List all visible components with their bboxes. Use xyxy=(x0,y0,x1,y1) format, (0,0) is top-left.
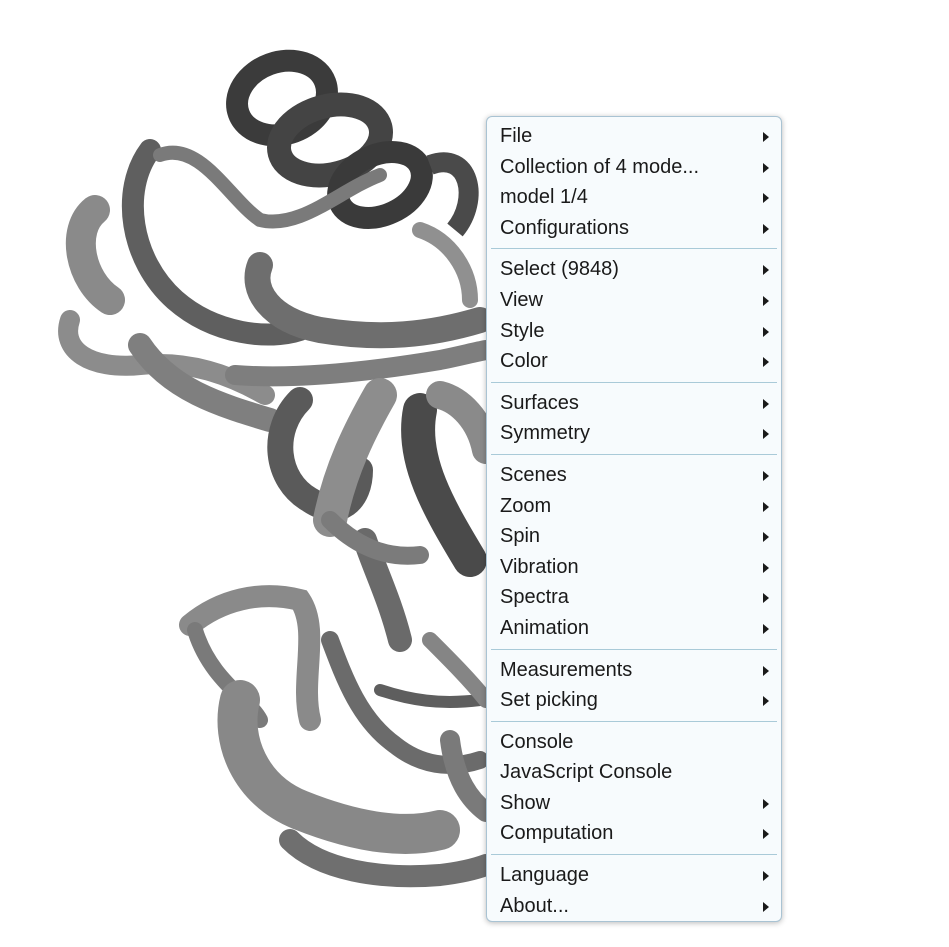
menu-item-label: JavaScript Console xyxy=(500,761,673,784)
submenu-arrow-icon xyxy=(763,696,769,707)
context-menu: File Collection of 4 mode... model 1/4 Conf… xyxy=(486,116,782,922)
menu-group: Scenes Zoom Spin Vibration Spectra Animation xyxy=(487,460,781,644)
submenu-arrow-icon xyxy=(763,162,769,173)
submenu-arrow-icon xyxy=(763,562,769,573)
menu-item-label: Show xyxy=(500,791,551,814)
submenu-arrow-icon xyxy=(763,470,769,481)
menu-item-model-1-4[interactable]: model 1/4 xyxy=(487,182,781,213)
menu-item-show[interactable]: Show xyxy=(487,788,781,819)
protein-ribbon-model xyxy=(58,49,500,888)
menu-item-surfaces[interactable]: Surfaces xyxy=(487,388,781,419)
menu-item-label: File xyxy=(500,125,533,147)
menu-group: Select (9848) View Style Color xyxy=(487,254,781,376)
submenu-arrow-icon xyxy=(763,295,769,306)
helix-coils xyxy=(226,49,479,237)
submenu-arrow-icon xyxy=(763,429,769,440)
submenu-arrow-icon xyxy=(763,901,769,912)
molecule-viewer-canvas[interactable] xyxy=(0,0,949,947)
submenu-arrow-icon xyxy=(763,132,769,142)
menu-item-label: Symmetry xyxy=(500,422,590,445)
menu-separator xyxy=(491,381,777,383)
submenu-arrow-icon xyxy=(763,623,769,634)
submenu-arrow-icon xyxy=(763,501,769,512)
menu-item-label: View xyxy=(500,288,543,311)
menu-item-vibration[interactable]: Vibration xyxy=(487,552,781,583)
submenu-arrow-icon xyxy=(763,398,769,409)
menu-separator xyxy=(491,720,777,722)
menu-item-scenes[interactable]: Scenes xyxy=(487,460,781,491)
menu-item-measurements[interactable]: Measurements xyxy=(487,655,781,686)
menu-separator xyxy=(491,854,777,856)
menu-item-label: Select (9848) xyxy=(500,258,619,281)
submenu-arrow-icon xyxy=(763,532,769,543)
submenu-arrow-icon xyxy=(763,265,769,276)
menu-item-label: About... xyxy=(500,894,569,917)
menu-item-style[interactable]: Style xyxy=(487,316,781,347)
menu-item-label: Collection of 4 mode... xyxy=(500,155,699,178)
menu-item-configurations[interactable]: Configurations xyxy=(487,213,781,244)
menu-item-label: Style xyxy=(500,319,545,342)
menu-item-file[interactable]: File xyxy=(487,121,781,152)
submenu-arrow-icon xyxy=(763,665,769,676)
submenu-arrow-icon xyxy=(763,593,769,604)
menu-item-collection-of-4-mode[interactable]: Collection of 4 mode... xyxy=(487,152,781,183)
menu-item-about[interactable]: About... xyxy=(487,891,781,922)
menu-item-label: Computation xyxy=(500,822,614,845)
submenu-arrow-icon xyxy=(763,193,769,204)
menu-item-set-picking[interactable]: Set picking xyxy=(487,685,781,716)
submenu-arrow-icon xyxy=(763,829,769,840)
submenu-arrow-icon xyxy=(763,798,769,809)
menu-item-spectra[interactable]: Spectra xyxy=(487,582,781,613)
menu-item-label: model 1/4 xyxy=(500,186,588,209)
menu-item-zoom[interactable]: Zoom xyxy=(487,491,781,522)
menu-item-label: Configurations xyxy=(500,216,629,239)
menu-item-label: Language xyxy=(500,864,589,887)
menu-item-language[interactable]: Language xyxy=(487,860,781,891)
menu-item-animation[interactable]: Animation xyxy=(487,613,781,644)
menu-item-label: Zoom xyxy=(500,494,552,517)
menu-item-label: Console xyxy=(500,730,574,753)
menu-item-select-9848[interactable]: Select (9848) xyxy=(487,254,781,285)
menu-group: Measurements Set picking xyxy=(487,655,781,716)
menu-item-computation[interactable]: Computation xyxy=(487,818,781,849)
menu-item-label: Measurements xyxy=(500,658,633,681)
menu-item-label: Set picking xyxy=(500,689,598,712)
submenu-arrow-icon xyxy=(763,871,769,882)
lower-ribbons xyxy=(179,585,497,888)
menu-item-symmetry[interactable]: Symmetry xyxy=(487,418,781,449)
menu-separator xyxy=(491,648,777,650)
menu-item-spin[interactable]: Spin xyxy=(487,521,781,552)
menu-item-label: Animation xyxy=(500,616,589,639)
menu-item-label: Scenes xyxy=(500,463,567,486)
menu-item-view[interactable]: View xyxy=(487,285,781,316)
menu-group: File Collection of 4 mode... model 1/4 Conf… xyxy=(487,121,781,243)
submenu-arrow-icon xyxy=(763,357,769,368)
menu-item-color[interactable]: Color xyxy=(487,346,781,377)
menu-item-label: Surfaces xyxy=(500,391,579,414)
menu-separator xyxy=(491,248,777,250)
menu-item-label: Spectra xyxy=(500,586,569,609)
submenu-arrow-icon xyxy=(763,223,769,234)
menu-separator xyxy=(491,453,777,455)
menu-item-console[interactable]: Console xyxy=(487,727,781,758)
menu-item-label: Vibration xyxy=(500,555,579,578)
menu-item-javascript-console[interactable]: JavaScript Console xyxy=(487,757,781,788)
menu-group: Language About... xyxy=(487,860,781,921)
menu-item-label: Spin xyxy=(500,525,541,548)
submenu-arrow-icon xyxy=(763,326,769,337)
menu-group: Surfaces Symmetry xyxy=(487,388,781,449)
menu-item-label: Color xyxy=(500,350,548,373)
menu-group: Console JavaScript Console Show Computation xyxy=(487,727,781,849)
